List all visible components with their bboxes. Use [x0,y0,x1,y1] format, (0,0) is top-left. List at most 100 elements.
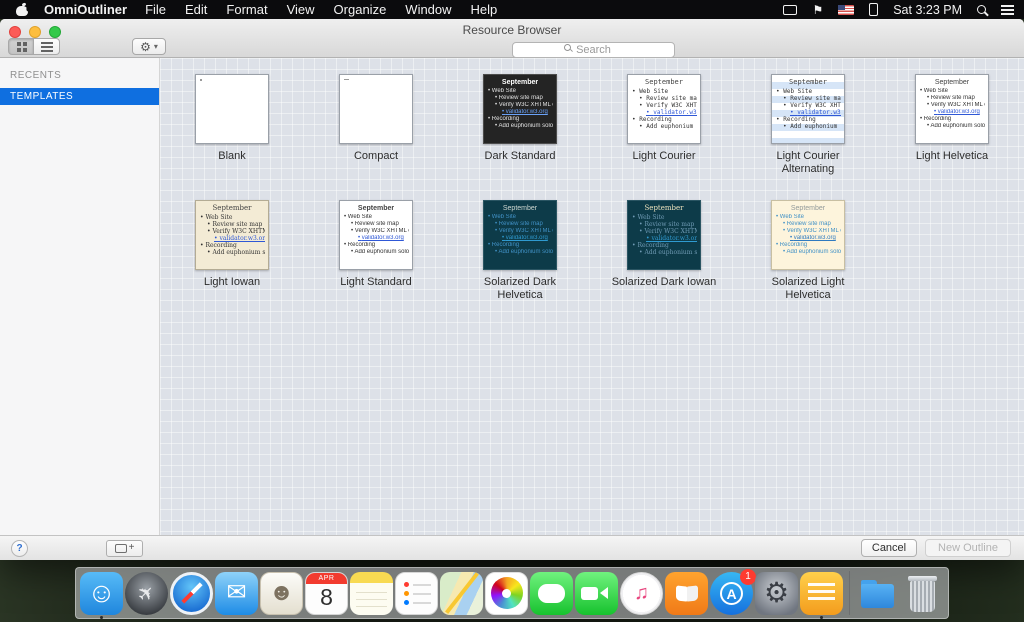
preview-line: validator.w3.org [631,235,697,242]
template-thumbnail[interactable]: September Web SiteReview site mapVerify … [195,74,269,144]
template-item[interactable]: September Web SiteReview site mapVerify … [195,200,269,302]
dock-reminders-icon[interactable] [395,572,438,615]
dock-finder-icon[interactable]: ☺ [80,572,123,615]
sidebar-item-recents[interactable]: RECENTS [0,58,159,88]
menu-items: File Edit Format View Organize Window Help [145,2,497,17]
apple-icon[interactable] [16,3,28,16]
preview-lines: Web SiteReview site mapVerify W3C XHTML … [487,214,553,256]
launchpad-glyph: ✈ [132,578,162,608]
dock-launchpad-icon[interactable]: ✈ [125,572,168,615]
grid-view-button[interactable] [8,38,34,55]
preview-line: Recording [487,242,553,249]
preview-line: Web Site [775,88,841,95]
dock-mail-icon[interactable]: ✉ [215,572,258,615]
template-item[interactable]: September Web SiteReview site mapVerify … [612,200,717,302]
preview-line: Verify W3C XHTML compliance [631,228,697,235]
template-name: Solarized Light Helvetica [752,276,864,302]
template-item[interactable]: September Web SiteReview site mapVerify … [464,200,576,302]
template-thumbnail[interactable]: September Web SiteReview site mapVerify … [339,74,413,144]
preview-title: September [919,78,985,87]
dock-messages-icon[interactable] [530,572,573,615]
menu-view[interactable]: View [287,2,315,17]
preview-lines: Web SiteReview site mapVerify W3C XHTML … [343,214,409,256]
template-item[interactable]: September Web SiteReview site mapVerify … [752,74,864,176]
dock-contacts-icon[interactable]: ☻ [260,572,303,615]
dock-facetime-icon[interactable] [575,572,618,615]
template-thumbnail[interactable]: September Web SiteReview site mapVerify … [483,74,557,144]
preview-line: Review site map [199,221,265,228]
preview-title: September [775,204,841,213]
template-thumbnail[interactable]: September Web SiteReview site mapVerify … [771,200,845,270]
template-item[interactable]: September Web SiteReview site mapVerify … [339,74,413,176]
template-item[interactable]: September Web SiteReview site mapVerify … [627,74,701,176]
sidebar-item-templates[interactable]: TEMPLATES [0,88,159,105]
template-name: Blank [218,150,246,163]
preview-line: validator.w3.org [487,109,553,116]
menu-format[interactable]: Format [226,2,267,17]
template-thumbnail[interactable]: September Web SiteReview site mapVerify … [195,200,269,270]
zoom-button[interactable] [49,26,61,38]
template-item[interactable]: September Web SiteReview site mapVerify … [915,74,989,176]
dock-omnioutliner-icon[interactable] [800,572,843,615]
dock-notes-icon[interactable] [350,572,393,615]
template-item[interactable]: September Web SiteReview site mapVerify … [195,74,269,176]
template-item[interactable]: September Web SiteReview site mapVerify … [339,200,413,302]
dock-maps-icon[interactable] [440,572,483,615]
dock-photos-icon[interactable] [485,572,528,615]
preview-line: Add euphonium solo to the bridge [487,249,553,256]
template-thumbnail[interactable]: September Web SiteReview site mapVerify … [627,200,701,270]
flag-icon[interactable]: ⚑ [812,4,823,16]
dock-downloads-folder-icon[interactable] [856,572,899,615]
device-icon[interactable] [869,3,878,16]
search-box [512,40,675,56]
help-button[interactable]: ? [11,540,28,557]
template-item[interactable]: September Web SiteReview site mapVerify … [483,74,557,176]
preview-line: Add euphonium solo to the bridge [631,249,697,256]
template-thumbnail[interactable]: September Web SiteReview site mapVerify … [339,200,413,270]
menu-organize[interactable]: Organize [334,2,387,17]
new-outline-button[interactable]: New Outline [925,539,1011,557]
dock: ☺ ✈ ✉ ☻APR8 ♫ A1⚙ [75,567,949,619]
add-template-button[interactable]: + [106,540,143,557]
dock-itunes-icon[interactable]: ♫ [620,572,663,615]
template-thumbnail[interactable]: September Web SiteReview site mapVerify … [771,74,845,144]
cancel-button[interactable]: Cancel [861,539,917,557]
display-icon[interactable] [783,5,797,15]
preview-line: Recording [199,242,265,249]
spotlight-icon[interactable] [977,5,986,14]
notification-center-icon[interactable] [1001,4,1014,15]
preview-line: Verify W3C XHTML compliance [487,102,553,109]
menu-file[interactable]: File [145,2,166,17]
menu-app-name[interactable]: OmniOutliner [44,2,127,17]
us-flag-icon[interactable] [838,5,854,15]
preview-line: Web Site [631,88,697,95]
template-name: Light Iowan [204,276,260,289]
menu-edit[interactable]: Edit [185,2,207,17]
dock-calendar-icon[interactable]: APR8 [305,572,348,615]
list-view-button[interactable] [34,38,60,55]
dock-ibooks-icon[interactable] [665,572,708,615]
preview-line: Add euphonium solo to the bridge [775,249,841,256]
template-thumbnail[interactable]: September Web SiteReview site mapVerify … [915,74,989,144]
template-item[interactable]: September Web SiteReview site mapVerify … [752,200,864,302]
menu-clock[interactable]: Sat 3:23 PM [893,3,962,17]
minimize-button[interactable] [29,26,41,38]
dock-safari-icon[interactable] [170,572,213,615]
template-name: Dark Standard [485,150,556,163]
template-thumbnail[interactable]: September Web SiteReview site mapVerify … [483,200,557,270]
menu-help[interactable]: Help [471,2,498,17]
dock-system-preferences-icon[interactable]: ⚙ [755,572,798,615]
template-thumbnail[interactable]: September Web SiteReview site mapVerify … [627,74,701,144]
preview-line: Add euphonium solo to the bridge [343,249,409,256]
search-input[interactable] [512,42,675,58]
close-button[interactable] [9,26,21,38]
dock-app-store-icon[interactable]: A1 [710,572,753,615]
preview-line: Verify W3C XHTML compliance [343,228,409,235]
menu-window[interactable]: Window [405,2,451,17]
preview-line: Add euphonium solo to the bridge [919,123,985,130]
window-toolbar: Resource Browser ⚙ ▾ [0,19,1024,58]
action-gear-button[interactable]: ⚙ ▾ [132,38,166,55]
dock-trash-icon[interactable] [901,572,944,615]
preview-line: validator.w3.org [775,235,841,242]
mail-glyph: ✉ [226,581,246,605]
